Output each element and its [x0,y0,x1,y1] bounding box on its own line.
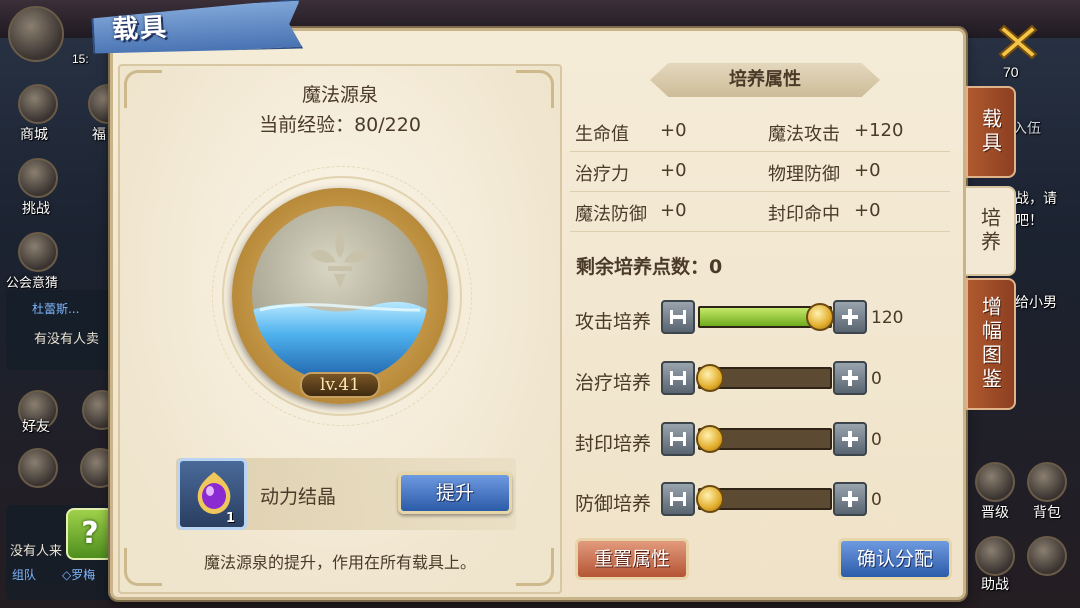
slider-label-attack: 攻击培养 [575,311,652,333]
assist-icon[interactable] [975,536,1015,576]
bg-right-text-1: 入伍 [1013,120,1041,136]
stat-value: +120 [854,120,904,141]
close-icon [998,24,1038,60]
stat-value: +0 [854,160,881,181]
stat-row: 生命值 +0 魔法攻击 +120 [570,112,950,152]
minus-icon [670,432,686,446]
bg-label-assist: 助战 [981,576,1009,592]
plus-icon [842,431,858,447]
increase-button[interactable] [833,482,867,516]
backpack-icon[interactable] [1027,462,1067,502]
menu-label-challenge: 挑战 [22,200,50,216]
bg-label-promote: 晋级 [981,504,1009,520]
bg-label-backpack: 背包 [1033,504,1061,520]
slider-value: 0 [871,490,882,510]
plus-icon [842,309,858,325]
minus-icon [670,310,686,324]
increase-button[interactable] [833,422,867,456]
minus-icon [670,371,686,385]
slider-knob[interactable] [696,425,724,453]
minus-icon [670,492,686,506]
stat-label: 魔法防御 [575,204,647,225]
tab-cultivate[interactable]: 培养 [966,186,1016,276]
player-avatar-icon[interactable] [8,6,64,62]
corner-ornament [516,70,554,108]
attributes-header: 培养属性 [650,63,880,97]
stat-row: 治疗力 +0 物理防御 +0 [570,152,950,192]
plus-icon [842,491,858,507]
remaining-points-label: 剩余培养点数：0 [576,256,723,278]
menu-label-friends: 好友 [22,418,50,434]
chat-bubble-icon[interactable] [18,448,58,488]
material-count: 1 [226,511,236,526]
crystal-gem-icon [197,472,231,514]
stat-label: 治疗力 [575,164,629,185]
slider-label-heal: 治疗培养 [575,372,652,394]
slider-knob[interactable] [696,364,724,392]
tab-vehicle[interactable]: 载具 [966,86,1016,178]
bottom-chat-tag-team: 组队 [12,568,37,582]
decrease-button[interactable] [661,422,695,456]
stat-value: +0 [660,120,687,141]
slider-value: 0 [871,430,882,450]
promote-icon[interactable] [975,462,1015,502]
confirm-allocation-button[interactable]: 确认分配 [838,538,952,580]
decrease-button[interactable] [661,482,695,516]
stat-label: 生命值 [575,124,629,145]
bottom-chat-text: 没有人来 [10,544,63,559]
plus-icon [842,370,858,386]
challenge-icon[interactable] [18,158,58,198]
window-title: 载具 [111,12,169,46]
stat-label: 魔法攻击 [768,124,840,145]
menu-label-shop: 商城 [20,126,48,142]
stat-value: +0 [854,200,881,221]
shop-icon[interactable] [18,84,58,124]
menu-label-welfare: 福 [92,126,106,142]
increase-button[interactable] [833,361,867,395]
card-icon[interactable] [1027,536,1067,576]
bg-level-badge: 70 [1003,64,1019,80]
slider-value: 0 [871,369,882,389]
guild-icon[interactable] [18,232,58,272]
slider-label-defense: 防御培养 [575,493,652,515]
item-description: 魔法源泉的提升，作用在所有载具上。 [203,553,476,572]
level-badge: lv.41 [300,372,380,398]
experience-label: 当前经验：80/220 [259,114,421,136]
decrease-button[interactable] [661,300,695,334]
upgrade-button[interactable]: 提升 [398,472,512,514]
stat-value: +0 [660,200,687,221]
menu-label-guild: 公会意猜 [6,275,59,290]
clock-text: 15: [72,52,89,66]
item-name: 魔法源泉 [301,84,378,106]
help-button[interactable]: ? [66,508,114,560]
bg-right-text-2: 战，请 [1015,190,1057,206]
bg-right-text-4: 给小男 [1015,294,1057,310]
stat-label: 封印命中 [768,204,840,225]
decrease-button[interactable] [661,361,695,395]
stat-row: 魔法防御 +0 封印命中 +0 [570,192,950,232]
tab-amplify-collection[interactable]: 增幅图鉴 [966,278,1016,410]
fleur-emblem-icon [310,228,370,288]
slider-label-seal: 封印培养 [575,433,652,455]
material-name: 动力结晶 [260,486,337,508]
bottom-chat-tag-name: ◇罗梅 [62,568,96,582]
slider-value: 120 [871,308,904,328]
slider-knob[interactable] [696,485,724,513]
stat-value: +0 [660,160,687,181]
close-button[interactable] [996,20,1040,64]
increase-button[interactable] [833,300,867,334]
slider-knob[interactable] [806,303,834,331]
reset-attributes-button[interactable]: 重置属性 [575,538,689,580]
corner-ornament [124,70,162,108]
chat-message: 有没有人卖 [34,332,100,347]
bg-right-text-3: 吧！ [1015,212,1043,228]
stat-label: 物理防御 [768,164,840,185]
chat-speaker: 杜蕾斯... [32,302,80,316]
